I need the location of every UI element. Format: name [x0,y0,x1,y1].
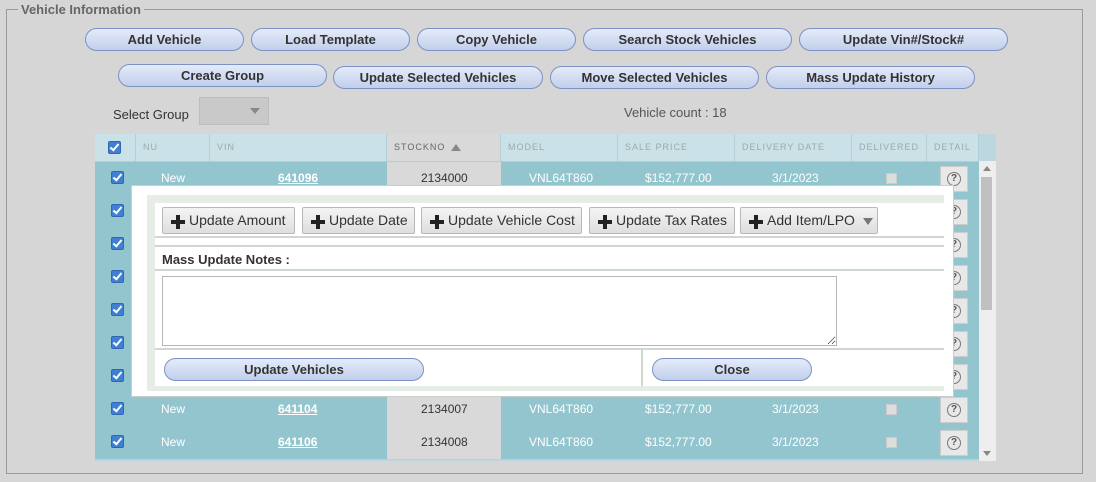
detail-button[interactable]: ? [940,397,968,423]
update-vehicles-button[interactable]: Update Vehicles [164,358,424,381]
delivered-checkbox[interactable] [886,404,897,415]
col-sale-price[interactable]: SALE PRICE [618,134,735,161]
detail-button[interactable]: ? [940,430,968,456]
price-cell: $152,777.00 [645,435,712,449]
sort-ascending-icon [451,144,461,151]
scroll-thumb[interactable] [981,177,992,310]
mass-update-notes-label: Mass Update Notes : [162,252,290,267]
col-detail[interactable]: DETAIL [927,134,979,161]
row-checkbox[interactable] [111,336,124,349]
plus-icon [749,215,763,229]
divider [155,269,944,271]
add-item-lpo-label: Add Item/LPO [767,212,855,228]
date-cell: 3/1/2023 [772,402,819,416]
copy-vehicle-button[interactable]: Copy Vehicle [417,28,576,51]
dialog-top-band [147,195,944,203]
select-group-label: Select Group [113,107,189,122]
add-vehicle-button[interactable]: Add Vehicle [85,28,244,51]
divider [155,245,944,247]
row-checkbox[interactable] [111,369,124,382]
nu-cell: New [161,402,186,416]
divider [641,350,643,386]
nu-cell: New [161,435,186,449]
chevron-down-icon [863,218,873,225]
stockno-cell: 2134008 [421,435,468,449]
divider [155,236,944,238]
row-checkbox[interactable] [111,402,124,415]
dialog-left-band [147,203,155,391]
model-cell: VNL64T860 [529,435,594,449]
update-vehicle-cost-button[interactable]: Update Vehicle Cost [421,207,582,234]
search-stock-vehicles-button[interactable]: Search Stock Vehicles [583,28,792,51]
row-checkbox[interactable] [111,270,124,283]
update-vin-stock-button[interactable]: Update Vin#/Stock# [799,28,1008,51]
row-checkbox[interactable] [111,435,124,448]
scroll-down-icon[interactable] [983,451,991,456]
model-cell: VNL64T860 [529,402,594,416]
update-selected-vehicles-button[interactable]: Update Selected Vehicles [333,66,543,89]
section-legend: Vehicle Information [18,2,144,17]
update-tax-rates-label: Update Tax Rates [616,212,728,228]
mass-update-notes-input[interactable] [162,276,837,346]
mass-update-history-button[interactable]: Mass Update History [766,66,975,89]
delivered-checkbox[interactable] [886,437,897,448]
stockno-cell: 2134007 [421,402,468,416]
col-model[interactable]: MODEL [501,134,618,161]
plus-icon [598,215,612,229]
col-nu[interactable]: NU [136,134,210,161]
col-delivery-date[interactable]: DELIVERY DATE [735,134,852,161]
select-all-cell [95,134,136,161]
plus-icon [311,215,325,229]
close-button[interactable]: Close [652,358,812,381]
update-vehicle-cost-label: Update Vehicle Cost [448,212,575,228]
load-template-button[interactable]: Load Template [251,28,410,51]
grid-scrollbar[interactable] [979,161,996,461]
table-row[interactable]: New 641106 2134008 VNL64T860 $152,777.00… [95,426,979,460]
update-amount-label: Update Amount [189,212,286,228]
grid-header: NU VIN STOCKNO MODEL SALE PRICE DELIVERY… [95,134,979,162]
update-tax-rates-button[interactable]: Update Tax Rates [589,207,735,234]
plus-icon [430,215,444,229]
vehicle-count: Vehicle count : 18 [624,105,727,120]
row-checkbox[interactable] [111,171,124,184]
update-date-button[interactable]: Update Date [302,207,415,234]
col-stockno-label: STOCKNO [394,142,446,152]
vin-link[interactable]: 641106 [278,426,317,459]
create-group-button[interactable]: Create Group [118,64,327,87]
help-icon: ? [947,403,961,417]
row-checkbox[interactable] [111,237,124,250]
update-date-label: Update Date [329,212,408,228]
plus-icon [171,215,185,229]
price-cell: $152,777.00 [645,402,712,416]
dialog-bottom-band [155,386,944,391]
help-icon: ? [947,172,961,186]
divider [155,348,944,350]
col-stockno[interactable]: STOCKNO [387,134,501,161]
delivered-checkbox[interactable] [886,173,897,184]
update-amount-button[interactable]: Update Amount [162,207,295,234]
col-vin[interactable]: VIN [210,134,387,161]
row-checkbox[interactable] [111,303,124,316]
move-selected-vehicles-button[interactable]: Move Selected Vehicles [550,66,759,89]
select-all-checkbox[interactable] [108,141,121,154]
add-item-lpo-dropdown[interactable]: Add Item/LPO [740,207,878,234]
scroll-up-icon[interactable] [983,166,991,171]
chevron-down-icon [250,108,260,114]
vin-link[interactable]: 641104 [278,393,317,426]
date-cell: 3/1/2023 [772,435,819,449]
row-checkbox[interactable] [111,204,124,217]
table-row[interactable]: New 641104 2134007 VNL64T860 $152,777.00… [95,393,979,427]
help-icon: ? [947,436,961,450]
col-delivered[interactable]: DELIVERED [852,134,927,161]
group-select[interactable] [199,97,269,125]
